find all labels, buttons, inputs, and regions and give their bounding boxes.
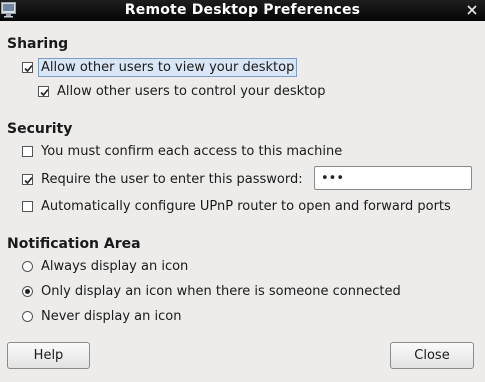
allow-view-option[interactable]: Allow other users to view your desktop <box>22 57 298 77</box>
upnp-checkbox[interactable] <box>22 200 33 212</box>
connected-radio[interactable] <box>22 285 33 297</box>
notification-option-connected[interactable]: Only display an icon when there is someo… <box>22 282 401 300</box>
notification-heading: Notification Area <box>7 236 141 252</box>
close-button[interactable]: Close <box>390 342 474 369</box>
require-password-option[interactable]: Require the user to enter this password: <box>22 170 303 188</box>
require-password-checkbox[interactable] <box>22 173 33 185</box>
upnp-label: Automatically configure UPnP router to o… <box>41 198 451 214</box>
never-label: Never display an icon <box>41 308 182 324</box>
connected-label: Only display an icon when there is someo… <box>41 283 401 299</box>
title-bar[interactable]: Remote Desktop Preferences <box>0 0 485 21</box>
confirm-access-option[interactable]: You must confirm each access to this mac… <box>22 142 342 160</box>
allow-control-option[interactable]: Allow other users to control your deskto… <box>38 82 325 100</box>
upnp-option[interactable]: Automatically configure UPnP router to o… <box>22 197 451 215</box>
window-title: Remote Desktop Preferences <box>124 2 361 18</box>
require-password-label: Require the user to enter this password: <box>41 171 303 187</box>
always-label: Always display an icon <box>41 258 189 274</box>
allow-control-checkbox[interactable] <box>38 85 49 97</box>
sharing-heading: Sharing <box>7 36 69 52</box>
confirm-access-label: You must confirm each access to this mac… <box>41 143 343 159</box>
password-field[interactable] <box>314 166 472 190</box>
allow-view-label: Allow other users to view your desktop <box>38 57 298 77</box>
allow-view-checkbox[interactable] <box>22 61 33 73</box>
always-radio[interactable] <box>22 260 33 272</box>
never-radio[interactable] <box>22 310 33 322</box>
help-button[interactable]: Help <box>7 342 90 369</box>
radio-selected-dot <box>25 288 30 294</box>
security-heading: Security <box>7 121 73 137</box>
confirm-access-checkbox[interactable] <box>22 145 33 157</box>
allow-control-label: Allow other users to control your deskto… <box>57 83 326 99</box>
close-window-icon[interactable] <box>465 3 479 17</box>
notification-option-always[interactable]: Always display an icon <box>22 257 188 275</box>
notification-option-never[interactable]: Never display an icon <box>22 307 181 325</box>
